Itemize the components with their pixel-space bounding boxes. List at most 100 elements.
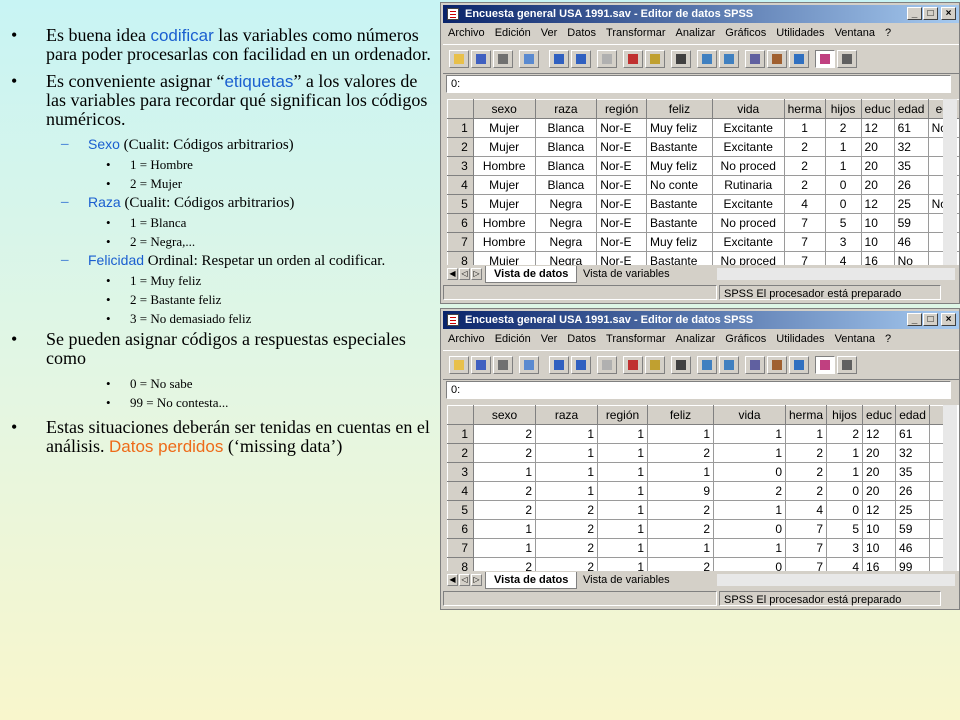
data-cell[interactable]: 3 [826, 538, 864, 558]
data-cell[interactable]: 1 [535, 462, 598, 482]
data-cell[interactable]: 46 [893, 232, 929, 252]
data-cell[interactable]: 20 [860, 137, 895, 157]
data-cell[interactable]: 7 [783, 251, 826, 265]
data-cell[interactable]: 1 [713, 538, 786, 558]
data-cell[interactable]: 0 [826, 500, 864, 520]
data-cell[interactable]: 2 [535, 500, 598, 520]
row-header[interactable]: 2 [447, 443, 474, 463]
column-header[interactable]: raza [535, 405, 598, 425]
data-cell[interactable]: 2 [647, 519, 714, 539]
tab-vista-de-variables[interactable]: Vista de variables [575, 266, 678, 282]
data-cell[interactable]: 7 [784, 557, 828, 571]
data-cell[interactable]: Bastante [646, 213, 713, 233]
prev-tab-arrow-icon[interactable]: ◁ [459, 574, 470, 586]
data-cell[interactable]: 5 [826, 519, 864, 539]
horizontal-scrollbar[interactable] [717, 574, 955, 586]
menu-ventana[interactable]: Ventana [830, 24, 880, 42]
data-cell[interactable]: 2 [647, 557, 714, 571]
data-cell[interactable]: 16 [860, 251, 895, 265]
data-cell[interactable]: 35 [893, 156, 929, 176]
data-cell[interactable]: 2 [826, 424, 864, 444]
column-header[interactable]: herma [784, 405, 828, 425]
data-cell[interactable]: 2 [647, 500, 714, 520]
data-cell[interactable]: 1 [597, 557, 648, 571]
save-button[interactable] [471, 356, 491, 374]
data-cell[interactable]: Bastante [646, 251, 713, 265]
data-cell[interactable]: Nor-E [596, 137, 648, 157]
dialog-recall-button[interactable] [519, 50, 539, 68]
weight-cases-button[interactable] [767, 356, 787, 374]
data-cell[interactable]: 5 [824, 213, 862, 233]
menu-utilidades[interactable]: Utilidades [771, 24, 829, 42]
minimize-button[interactable]: _ [907, 7, 922, 20]
cell-reference-field[interactable]: 0: [446, 381, 951, 399]
data-cell[interactable]: 1 [535, 443, 598, 463]
data-cell[interactable]: 7 [783, 232, 826, 252]
data-cell[interactable]: 0 [713, 462, 786, 482]
data-cell[interactable]: Rutinaria [711, 175, 785, 195]
row-header[interactable]: 4 [447, 481, 474, 501]
column-header[interactable]: herma [783, 99, 826, 119]
row-header[interactable]: 6 [447, 519, 474, 539]
data-cell[interactable]: 46 [895, 538, 931, 558]
maximize-button[interactable]: □ [923, 313, 938, 326]
chart-builder-button[interactable] [597, 356, 617, 374]
data-cell[interactable]: 10 [860, 213, 895, 233]
data-cell[interactable]: Hombre [472, 156, 536, 176]
data-cell[interactable]: 7 [783, 213, 826, 233]
insert-variable-button[interactable] [719, 50, 739, 68]
menu-utilidades[interactable]: Utilidades [771, 330, 829, 348]
column-header[interactable]: vida [713, 405, 786, 425]
variables-button[interactable] [645, 356, 665, 374]
data-cell[interactable]: 1 [784, 424, 828, 444]
data-cell[interactable]: 1 [597, 462, 648, 482]
data-cell[interactable]: Mujer [472, 251, 536, 265]
print-button[interactable] [493, 50, 513, 68]
data-cell[interactable]: 2 [473, 557, 536, 571]
data-cell[interactable]: 1 [597, 519, 648, 539]
data-cell[interactable]: Excitante [711, 232, 785, 252]
data-cell[interactable]: Blanca [534, 118, 598, 138]
close-button[interactable]: × [941, 7, 956, 20]
column-header[interactable]: educ [860, 99, 895, 119]
select-cases-button[interactable] [789, 50, 809, 68]
first-tab-arrow-icon[interactable]: ◀ [447, 268, 458, 280]
data-cell[interactable]: 1 [597, 481, 648, 501]
column-header[interactable]: raza [534, 99, 598, 119]
data-cell[interactable]: 1 [713, 424, 786, 444]
data-cell[interactable]: 2 [784, 462, 828, 482]
data-cell[interactable]: 7 [784, 519, 828, 539]
data-cell[interactable]: 20 [862, 443, 897, 463]
data-cell[interactable]: No conte [646, 175, 713, 195]
data-cell[interactable]: 20 [862, 481, 897, 501]
menu-transformar[interactable]: Transformar [601, 330, 671, 348]
data-cell[interactable]: 4 [824, 251, 862, 265]
data-cell[interactable]: 1 [647, 462, 714, 482]
data-cell[interactable]: 1 [597, 424, 648, 444]
data-cell[interactable]: 59 [895, 519, 931, 539]
data-cell[interactable]: 2 [473, 443, 536, 463]
chart-builder-button[interactable] [597, 50, 617, 68]
data-cell[interactable]: Blanca [534, 175, 598, 195]
data-cell[interactable]: 2 [535, 538, 598, 558]
data-cell[interactable]: 1 [473, 462, 536, 482]
horizontal-scrollbar[interactable] [717, 268, 955, 280]
data-cell[interactable]: 61 [893, 118, 929, 138]
use-sets-button[interactable] [837, 50, 857, 68]
menu-gráficos[interactable]: Gráficos [720, 24, 771, 42]
corner-cell[interactable] [447, 405, 474, 425]
data-cell[interactable]: 1 [713, 443, 786, 463]
data-cell[interactable]: 26 [895, 481, 931, 501]
data-cell[interactable]: Mujer [472, 118, 536, 138]
tab-vista-de-datos[interactable]: Vista de datos [485, 572, 578, 589]
dialog-recall-button[interactable] [519, 356, 539, 374]
row-header[interactable]: 5 [447, 500, 474, 520]
data-cell[interactable]: 20 [860, 156, 895, 176]
menu-edición[interactable]: Edición [490, 330, 536, 348]
column-header[interactable]: hijos [826, 405, 864, 425]
data-cell[interactable]: 1 [826, 443, 864, 463]
data-cell[interactable]: 2 [783, 137, 826, 157]
vertical-scrollbar[interactable] [943, 405, 957, 571]
data-cell[interactable]: 35 [895, 462, 931, 482]
data-cell[interactable]: 1 [473, 519, 536, 539]
